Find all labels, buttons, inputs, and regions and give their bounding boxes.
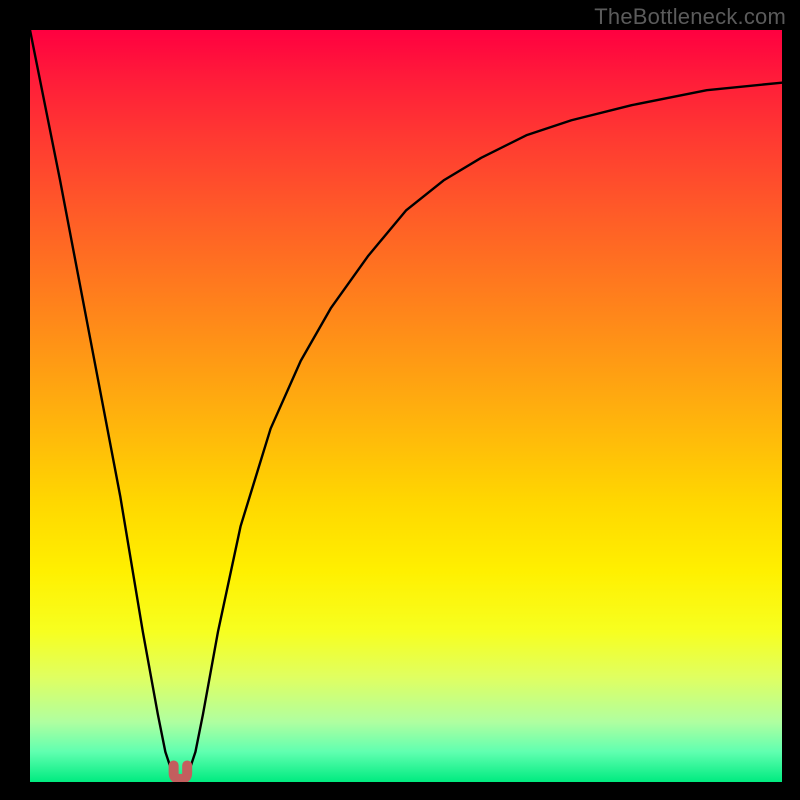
- watermark-text: TheBottleneck.com: [594, 4, 786, 30]
- optimum-marker: [30, 30, 782, 782]
- plot-area: [30, 30, 782, 782]
- chart-frame: TheBottleneck.com: [0, 0, 800, 800]
